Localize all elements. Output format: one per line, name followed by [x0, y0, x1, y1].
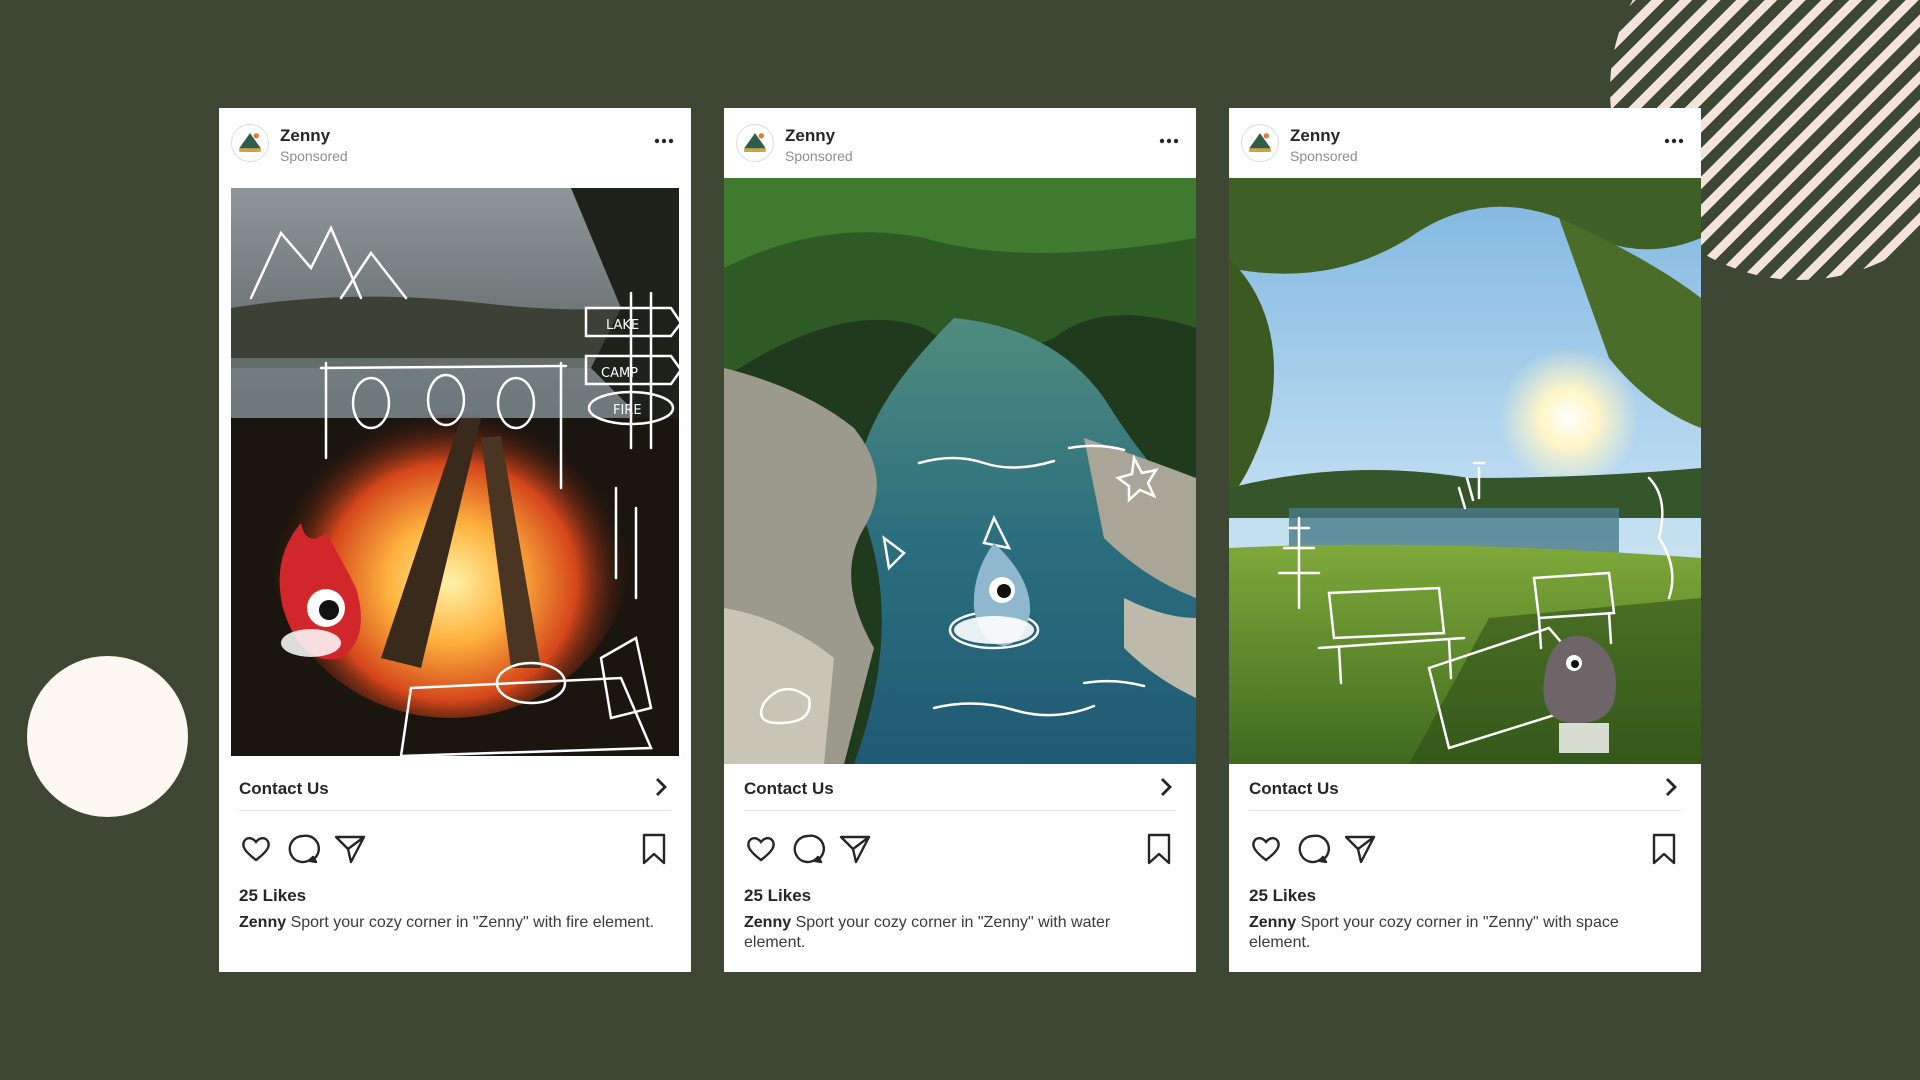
post-header: Zenny Sponsored: [219, 108, 691, 178]
likes-count[interactable]: 25 Likes: [1249, 886, 1316, 906]
post-header: Zenny Sponsored: [1229, 108, 1701, 178]
heart-icon[interactable]: [744, 832, 778, 866]
more-icon[interactable]: [1156, 134, 1182, 148]
heart-icon[interactable]: [1249, 832, 1283, 866]
comment-icon[interactable]: [286, 832, 320, 866]
caption-username[interactable]: Zenny: [744, 914, 791, 931]
chevron-right-icon: [656, 778, 667, 796]
contact-us-link[interactable]: Contact Us: [1249, 764, 1681, 811]
post-actions: [744, 832, 1176, 872]
caption-text: Sport your cozy corner in "Zenny" with f…: [290, 914, 655, 931]
caption-text: Sport your cozy corner in "Zenny" with s…: [1249, 914, 1619, 951]
comment-icon[interactable]: [791, 832, 825, 866]
contact-us-link[interactable]: Contact Us: [239, 764, 671, 811]
post-caption: Zenny Sport your cozy corner in "Zenny" …: [744, 913, 1174, 953]
zenny-logo: [239, 133, 261, 152]
share-icon[interactable]: [1343, 832, 1377, 866]
share-icon[interactable]: [333, 832, 367, 866]
avatar[interactable]: [736, 124, 774, 162]
avatar[interactable]: [1241, 124, 1279, 162]
likes-count[interactable]: 25 Likes: [239, 886, 306, 906]
account-name[interactable]: Zenny: [280, 126, 330, 146]
bookmark-icon[interactable]: [1647, 832, 1681, 866]
bookmark-icon[interactable]: [637, 832, 671, 866]
svg-text:FIRE: FIRE: [613, 403, 642, 418]
likes-count[interactable]: 25 Likes: [744, 886, 811, 906]
post-image[interactable]: LAKE CAMP FIRE: [231, 188, 679, 756]
avatar[interactable]: [231, 124, 269, 162]
share-icon[interactable]: [838, 832, 872, 866]
post-image[interactable]: [1229, 178, 1701, 764]
zenny-logo: [744, 133, 766, 152]
caption-text: Sport your cozy corner in "Zenny" with w…: [744, 914, 1111, 951]
contact-us-link[interactable]: Contact Us: [744, 764, 1176, 811]
zenny-logo: [1249, 133, 1271, 152]
svg-text:CAMP: CAMP: [601, 366, 638, 381]
sponsored-label: Sponsored: [1290, 148, 1358, 164]
caption-username[interactable]: Zenny: [1249, 914, 1296, 931]
account-name[interactable]: Zenny: [785, 126, 835, 146]
bookmark-icon[interactable]: [1142, 832, 1176, 866]
chevron-right-icon: [1161, 778, 1172, 796]
comment-icon[interactable]: [1296, 832, 1330, 866]
cream-circle-decoration: [27, 656, 188, 817]
post-actions: [239, 832, 671, 872]
post-caption: Zenny Sport your cozy corner in "Zenny" …: [239, 913, 669, 933]
post-caption: Zenny Sport your cozy corner in "Zenny" …: [1249, 913, 1679, 953]
account-name[interactable]: Zenny: [1290, 126, 1340, 146]
contact-us-label: Contact Us: [239, 779, 329, 798]
heart-icon[interactable]: [239, 832, 273, 866]
contact-us-label: Contact Us: [1249, 779, 1339, 798]
more-icon[interactable]: [1661, 134, 1687, 148]
post-header: Zenny Sponsored: [724, 108, 1196, 178]
more-icon[interactable]: [651, 134, 677, 148]
caption-username[interactable]: Zenny: [239, 914, 286, 931]
svg-text:LAKE: LAKE: [606, 318, 639, 333]
post-image[interactable]: [724, 178, 1196, 764]
sponsored-label: Sponsored: [785, 148, 853, 164]
post-card-fire: Zenny Sponsored LAKE CAMP FIRE Contact U…: [219, 108, 691, 972]
contact-us-label: Contact Us: [744, 779, 834, 798]
sponsored-label: Sponsored: [280, 148, 348, 164]
post-actions: [1249, 832, 1681, 872]
post-card-water: Zenny Sponsored Contact Us 25 Likes Zenn…: [724, 108, 1196, 972]
chevron-right-icon: [1666, 778, 1677, 796]
post-card-space: Zenny Sponsored Contact Us 25 Likes Zenn…: [1229, 108, 1701, 972]
